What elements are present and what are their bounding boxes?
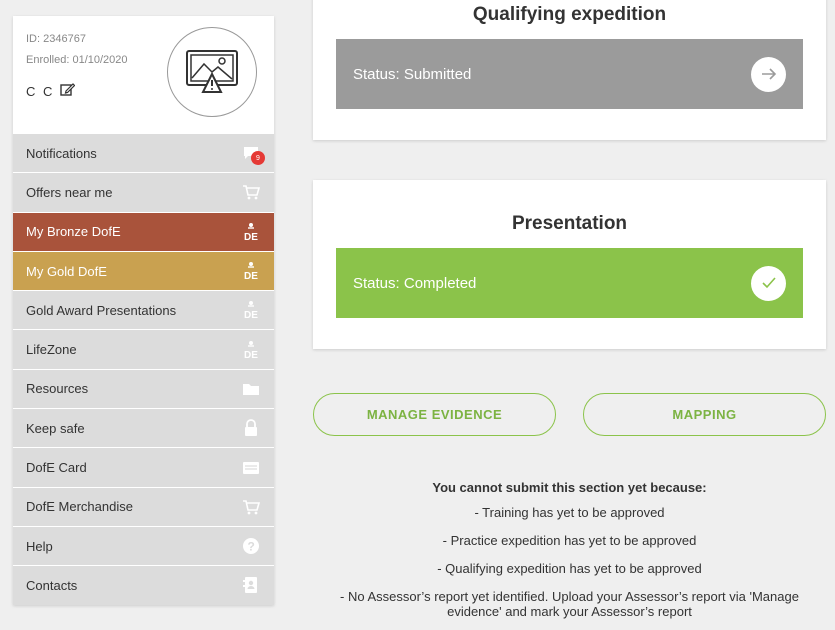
menu-item-offers[interactable]: Offers near me: [13, 172, 274, 212]
menu-item-gold-award-presentations[interactable]: Gold Award Presentations DE: [13, 290, 274, 330]
dofe-icon: DE: [241, 261, 261, 281]
notification-badge: 9: [251, 151, 265, 165]
card-icon: [241, 458, 261, 478]
manage-evidence-button[interactable]: MANAGE EVIDENCE: [313, 393, 556, 436]
sidebar: ID: 2346767 Enrolled: 01/10/2020 C C Not…: [13, 16, 274, 605]
cart-icon: [241, 182, 261, 202]
mapping-button[interactable]: MAPPING: [583, 393, 826, 436]
contacts-icon: [241, 575, 261, 595]
profile-card: ID: 2346767 Enrolled: 01/10/2020 C C: [13, 16, 274, 133]
edit-icon[interactable]: [60, 83, 76, 100]
menu-item-dofe-merchandise[interactable]: DofE Merchandise: [13, 486, 274, 526]
status-text: Status: Completed: [353, 274, 477, 292]
notice-item: - Practice expedition has yet to be appr…: [442, 533, 697, 548]
status-bar-completed[interactable]: Status: Completed: [336, 248, 803, 318]
enrolled-date: Enrolled: 01/10/2020: [26, 54, 128, 66]
submission-notice: You cannot submit this section yet becau…: [313, 480, 826, 630]
section-title: Qualifying expedition: [472, 4, 667, 25]
svg-text:DE: DE: [244, 232, 258, 242]
notice-heading: You cannot submit this section yet becau…: [432, 480, 707, 495]
checkmark-icon: [751, 265, 786, 301]
participant-id: ID: 2346767: [26, 33, 86, 45]
menu-item-resources[interactable]: Resources: [13, 368, 274, 409]
menu-item-keep-safe[interactable]: Keep safe: [13, 408, 274, 448]
presentation-card: Presentation Status: Completed: [313, 180, 826, 349]
menu-item-my-gold-dofe[interactable]: My Gold DofE DE: [13, 250, 274, 291]
avatar[interactable]: [167, 27, 257, 117]
status-text: Status: Submitted: [353, 65, 472, 83]
side-menu: Notifications 9 Offers near me My Bronze…: [13, 133, 274, 605]
svg-text:?: ?: [248, 540, 255, 554]
notice-item: - No Assessor’s report yet identified. U…: [340, 589, 799, 619]
menu-item-my-bronze-dofe[interactable]: My Bronze DofE DE: [13, 211, 274, 251]
lock-icon: [241, 418, 261, 438]
menu-item-notifications[interactable]: Notifications 9: [13, 133, 274, 173]
menu-item-dofe-card[interactable]: DofE Card: [13, 447, 274, 487]
image-unavailable-icon: [186, 50, 238, 93]
section-title: Presentation: [511, 213, 628, 234]
cart-icon: [241, 497, 261, 517]
qualifying-expedition-card: Qualifying expedition Status: Submitted: [313, 0, 826, 140]
svg-text:DE: DE: [244, 310, 258, 320]
menu-item-lifezone[interactable]: LifeZone DE: [13, 329, 274, 369]
menu-item-help[interactable]: Help ?: [13, 525, 274, 566]
profile-name: C C: [26, 84, 55, 99]
svg-text:DE: DE: [244, 271, 258, 281]
folder-icon: [241, 379, 261, 399]
menu-item-contacts[interactable]: Contacts: [13, 565, 274, 605]
notice-item: - Qualifying expedition has yet to be ap…: [437, 561, 702, 576]
dofe-icon: DE: [241, 340, 261, 360]
help-icon: ?: [241, 536, 261, 556]
svg-text:DE: DE: [244, 350, 258, 360]
status-bar-submitted[interactable]: Status: Submitted: [336, 39, 803, 109]
arrow-right-icon[interactable]: [751, 56, 786, 92]
dofe-icon: DE: [241, 222, 261, 242]
dofe-icon: DE: [241, 300, 261, 320]
notice-item: - Training has yet to be approved: [474, 505, 665, 520]
